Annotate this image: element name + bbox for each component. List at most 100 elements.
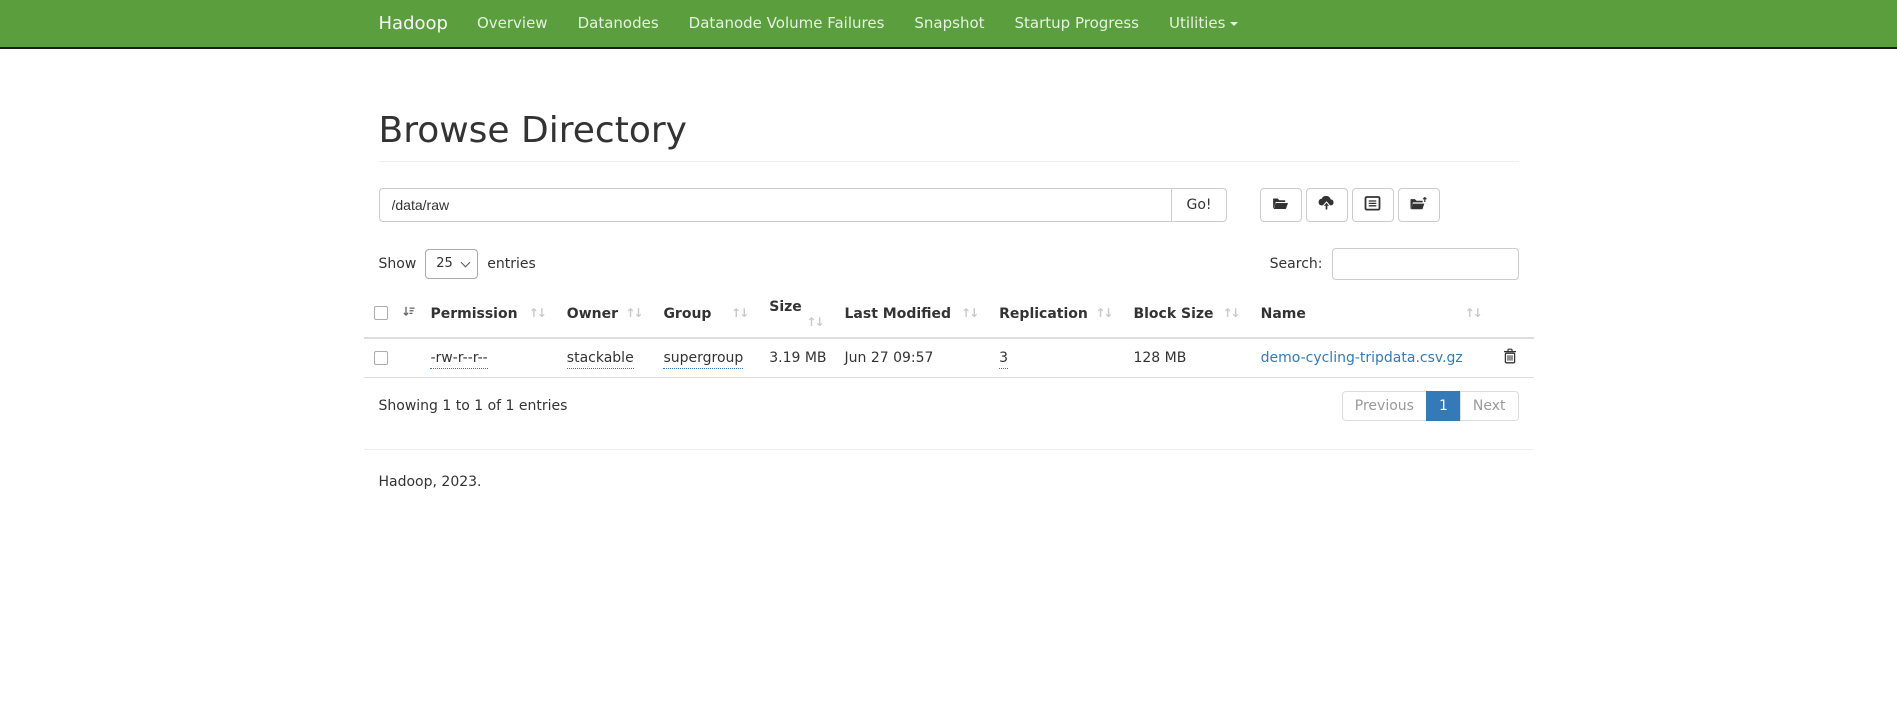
file-action-buttons: [1260, 188, 1440, 222]
nav-item-snapshot[interactable]: Snapshot: [899, 0, 999, 48]
sort-icon: ↑↓: [806, 315, 822, 329]
nav-item-datanode-volume-failures[interactable]: Datanode Volume Failures: [674, 0, 900, 48]
sort-icon: ↑↓: [625, 306, 641, 320]
nav-item-utilities-label: Utilities: [1169, 14, 1225, 32]
delete-file-button[interactable]: [1503, 348, 1517, 367]
page-title: Browse Directory: [379, 111, 1519, 151]
nav-item-datanodes[interactable]: Datanodes: [563, 0, 674, 48]
sort-icon: ↑↓: [1465, 306, 1481, 320]
nav-item-overview[interactable]: Overview: [462, 0, 563, 48]
caret-down-icon: [1230, 22, 1238, 26]
pagination: Previous 1 Next: [1342, 391, 1519, 421]
table-controls: Show 25 entries Search:: [379, 248, 1519, 280]
folder-open-icon: [1272, 196, 1289, 214]
directory-table: Permission ↑↓ Owner ↑↓ Group ↑↓ Size ↑↓ Last…: [364, 292, 1534, 378]
header-name-label: Name: [1261, 306, 1306, 322]
header-block-size-label: Block Size: [1133, 306, 1213, 322]
header-actions: [1493, 292, 1534, 338]
entries-label: entries: [487, 256, 536, 272]
sort-icon: ↑↓: [731, 306, 747, 320]
trash-icon: [1503, 352, 1517, 367]
row-checkbox[interactable]: [374, 351, 388, 365]
file-name-link[interactable]: demo-cycling-tripdata.csv.gz: [1261, 350, 1463, 366]
table-row: -rw-r--r-- stackable supergroup 3.19 MB …: [364, 338, 1534, 378]
search-input[interactable]: [1332, 248, 1519, 280]
owner-editable[interactable]: stackable: [567, 350, 634, 369]
group-cell: supergroup: [653, 338, 759, 378]
move-files-button[interactable]: [1398, 188, 1440, 222]
pagination-previous[interactable]: Previous: [1342, 391, 1427, 421]
go-button[interactable]: Go!: [1171, 188, 1226, 222]
header-replication-label: Replication: [999, 306, 1088, 322]
header-size-label: Size: [769, 299, 802, 315]
nav-item-overview-label: Overview: [477, 14, 548, 32]
select-all-header[interactable]: [364, 292, 421, 338]
sort-icon: ↑↓: [1095, 306, 1111, 320]
group-editable[interactable]: supergroup: [663, 350, 743, 369]
path-bar: Go!: [379, 188, 1519, 222]
navbar-brand-label: Hadoop: [379, 13, 448, 34]
replication-cell: 3: [989, 338, 1123, 378]
header-owner-label: Owner: [567, 306, 618, 322]
permission-editable[interactable]: -rw-r--r--: [430, 350, 487, 369]
pagination-page-1[interactable]: 1: [1426, 391, 1461, 421]
page-size-select[interactable]: 25: [425, 249, 478, 279]
cloud-upload-icon: [1317, 196, 1336, 214]
header-group-label: Group: [663, 306, 711, 322]
pagination-next[interactable]: Next: [1460, 391, 1519, 421]
table-header-row: Permission ↑↓ Owner ↑↓ Group ↑↓ Size ↑↓ Last…: [364, 292, 1534, 338]
footer-divider: [364, 449, 1534, 450]
header-replication[interactable]: Replication ↑↓: [989, 292, 1123, 338]
header-group[interactable]: Group ↑↓: [653, 292, 759, 338]
header-name[interactable]: Name ↑↓: [1251, 292, 1493, 338]
replication-editable[interactable]: 3: [999, 350, 1008, 369]
navbar-links: Overview Datanodes Datanode Volume Failu…: [462, 0, 1254, 48]
nav-item-datanode-volume-failures-label: Datanode Volume Failures: [689, 14, 885, 32]
header-last-modified-label: Last Modified: [845, 306, 952, 322]
create-directory-button[interactable]: [1260, 188, 1302, 222]
actions-cell: [1493, 338, 1534, 378]
upload-files-button[interactable]: [1306, 188, 1348, 222]
navbar: Hadoop Overview Datanodes Datanode Volum…: [0, 0, 1897, 49]
sort-ascending-icon: [402, 307, 416, 323]
header-block-size[interactable]: Block Size ↑↓: [1123, 292, 1250, 338]
nav-item-datanodes-label: Datanodes: [578, 14, 659, 32]
block-size-cell: 128 MB: [1123, 338, 1250, 378]
page-header: Browse Directory: [379, 111, 1519, 162]
name-cell: demo-cycling-tripdata.csv.gz: [1251, 338, 1493, 378]
nav-item-startup-progress-label: Startup Progress: [1015, 14, 1139, 32]
row-select-cell: [364, 338, 421, 378]
sort-icon: ↑↓: [961, 306, 977, 320]
header-last-modified[interactable]: Last Modified ↑↓: [835, 292, 990, 338]
header-size[interactable]: Size ↑↓: [759, 292, 834, 338]
sort-icon: ↑↓: [1223, 306, 1239, 320]
show-label: Show: [379, 256, 417, 272]
header-permission-label: Permission: [430, 306, 517, 322]
page-length-control: Show 25 entries: [379, 249, 536, 279]
nav-item-startup-progress[interactable]: Startup Progress: [1000, 0, 1154, 48]
search-label: Search:: [1270, 256, 1323, 272]
navbar-inner: Hadoop Overview Datanodes Datanode Volum…: [364, 0, 1534, 47]
search-control: Search:: [1270, 248, 1519, 280]
header-permission[interactable]: Permission ↑↓: [420, 292, 556, 338]
last-modified-cell: Jun 27 09:57: [835, 338, 990, 378]
entries-info: Showing 1 to 1 of 1 entries: [379, 398, 568, 414]
nav-item-utilities-dropdown[interactable]: Utilities: [1154, 0, 1253, 48]
site-footer-text: Hadoop, 2023.: [379, 474, 1519, 530]
folder-move-icon: [1409, 196, 1428, 214]
table-footer: Showing 1 to 1 of 1 entries Previous 1 N…: [379, 391, 1519, 421]
cut-paste-button[interactable]: [1352, 188, 1394, 222]
permission-cell: -rw-r--r--: [420, 338, 556, 378]
size-cell: 3.19 MB: [759, 338, 834, 378]
sort-icon: ↑↓: [529, 306, 545, 320]
header-owner[interactable]: Owner ↑↓: [557, 292, 654, 338]
page-size-select-wrap: 25: [425, 249, 478, 279]
directory-path-input[interactable]: [379, 188, 1172, 222]
owner-cell: stackable: [557, 338, 654, 378]
list-alt-icon: [1364, 196, 1381, 214]
select-all-checkbox[interactable]: [374, 306, 388, 320]
main-container: Browse Directory Go!: [364, 111, 1534, 530]
path-input-group: Go!: [379, 188, 1227, 222]
navbar-brand[interactable]: Hadoop: [379, 13, 448, 34]
nav-item-snapshot-label: Snapshot: [914, 14, 984, 32]
